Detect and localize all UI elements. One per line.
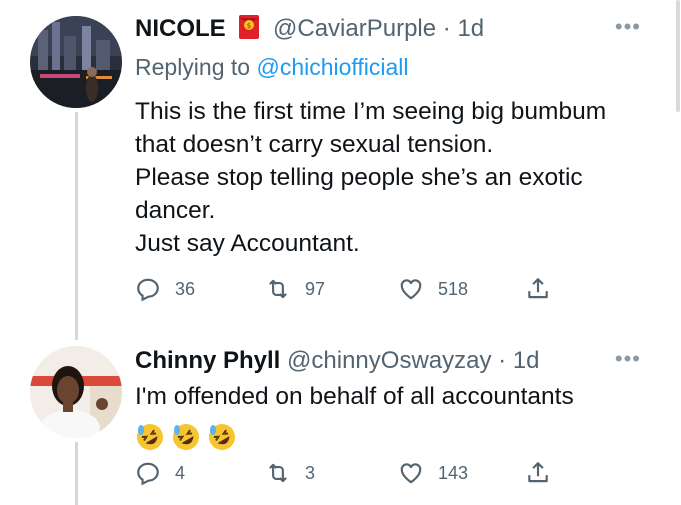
- display-name[interactable]: NICOLE: [135, 15, 226, 42]
- retweet-count: 3: [305, 462, 316, 483]
- tweet-header: NICOLE $ @CaviarPurple · 1d: [135, 14, 484, 44]
- reply-count: 4: [175, 462, 186, 483]
- retweet-icon: [269, 463, 287, 483]
- scrollbar[interactable]: [675, 0, 681, 112]
- tweet-text-line: This is the first time I’m seeing big bu…: [135, 98, 607, 125]
- like-button[interactable]: 143: [398, 460, 468, 486]
- reply-icon: [137, 278, 159, 302]
- like-count: 143: [438, 462, 469, 483]
- red-envelope-icon: $: [238, 14, 260, 40]
- avatar[interactable]: [30, 346, 122, 438]
- reply-button[interactable]: 36: [135, 276, 195, 302]
- timestamp[interactable]: 1d: [457, 15, 484, 42]
- reply-button[interactable]: 4: [135, 460, 185, 486]
- share-button[interactable]: [525, 460, 565, 486]
- timestamp[interactable]: 1d: [513, 347, 540, 374]
- rolling-laughing-emoji: [171, 422, 201, 452]
- share-button[interactable]: [525, 276, 565, 302]
- heart-icon: [400, 463, 422, 484]
- replying-to: Replying to @chichiofficiall: [135, 54, 409, 81]
- tweet-text: I'm offended on behalf of all accountant…: [135, 380, 655, 452]
- avatar[interactable]: [30, 16, 122, 108]
- emoji-row: [135, 419, 655, 452]
- reply-icon: [137, 462, 159, 486]
- more-options-icon[interactable]: •••: [615, 14, 641, 40]
- tweet-text-line: Just say Accountant.: [135, 230, 360, 257]
- thread-connector-line: [75, 442, 78, 505]
- heart-icon: [400, 279, 422, 300]
- tweet-header: Chinny Phyll @chinnyOswayzay · 1d: [135, 346, 540, 376]
- tweet-text-line: that doesn’t carry sexual tension.: [135, 131, 494, 158]
- separator-dot: ·: [498, 347, 507, 374]
- retweet-icon: [269, 279, 287, 299]
- tweet-text-line: I'm offended on behalf of all accountant…: [135, 383, 574, 410]
- reply-count: 36: [175, 278, 196, 299]
- replying-to-label: Replying to: [135, 54, 251, 80]
- tweet-text: This is the first time I’m seeing big bu…: [135, 95, 655, 260]
- like-button[interactable]: 518: [398, 276, 468, 302]
- replying-to-handle[interactable]: @chichiofficiall: [256, 54, 408, 80]
- retweet-count: 97: [305, 278, 326, 299]
- thread-connector-line: [75, 112, 78, 340]
- like-count: 518: [438, 278, 469, 299]
- share-icon: [528, 278, 548, 299]
- rolling-laughing-emoji: [207, 422, 237, 452]
- retweet-button[interactable]: 97: [265, 276, 325, 302]
- more-options-icon[interactable]: •••: [615, 346, 641, 372]
- rolling-laughing-emoji: [135, 422, 165, 452]
- retweet-button[interactable]: 3: [265, 460, 315, 486]
- user-handle[interactable]: @CaviarPurple: [273, 15, 436, 42]
- separator-dot: ·: [442, 15, 451, 42]
- tweet-text-line: dancer.: [135, 197, 216, 224]
- svg-text:$: $: [247, 22, 251, 30]
- share-icon: [528, 462, 548, 483]
- user-handle[interactable]: @chinnyOswayzay: [287, 347, 491, 374]
- display-name[interactable]: Chinny Phyll: [135, 347, 280, 374]
- tweet-text-line: Please stop telling people she’s an exot…: [135, 164, 583, 191]
